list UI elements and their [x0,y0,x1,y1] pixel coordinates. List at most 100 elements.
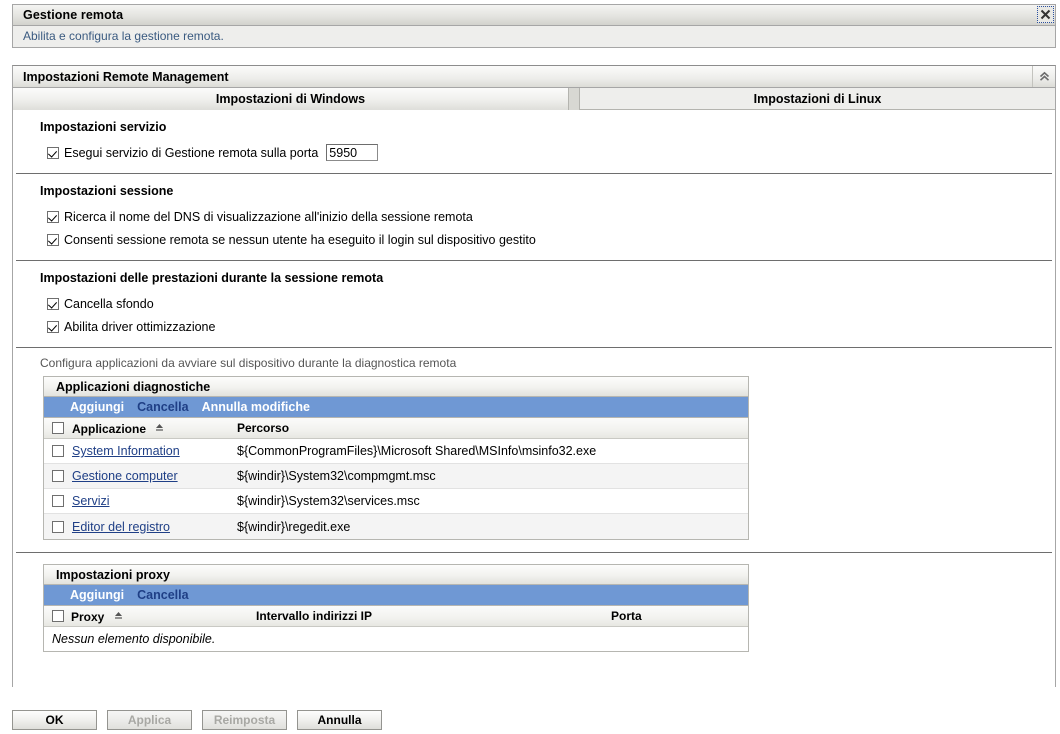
dialog-subtitle: Abilita e configura la gestione remota. [13,26,1055,47]
column-header-ip-range-label: Intervallo indirizzi IP [256,609,372,623]
checkbox-enable-optimization-driver-label: Abilita driver ottimizzazione [64,320,215,334]
cell-path: ${CommonProgramFiles}\Microsoft Shared\M… [237,444,748,458]
checkbox-row-select[interactable] [52,521,64,533]
proxy-table: Aggiungi Cancella Proxy [43,585,749,652]
diagnostics-add-button[interactable]: Aggiungi [70,400,124,414]
checkbox-row-select[interactable] [52,445,64,457]
session-option-row: Ricerca il nome del DNS di visualizzazio… [13,205,1055,228]
diagnostics-table-caption: Applicazioni diagnostiche [43,376,749,397]
tab-linux-settings-label: Impostazioni di Linux [754,92,882,106]
section-diagnostic-applications: Configura applicazioni da avviare sul di… [13,356,1055,540]
settings-panel: Impostazioni Remote Management Impostazi… [12,65,1056,687]
sort-ascending-icon [114,609,123,623]
cell-application: Servizi [71,494,237,508]
proxy-add-button[interactable]: Aggiungi [70,588,124,602]
proxy-table-caption-label: Impostazioni proxy [56,568,170,582]
diagnostics-table-header: Applicazione Percorso [44,418,748,439]
checkbox-clear-background-label: Cancella sfondo [64,297,154,311]
column-header-percorso[interactable]: Percorso [237,421,748,435]
proxy-table-toolbar: Aggiungi Cancella [44,585,748,606]
proxy-table-caption: Impostazioni proxy [43,564,749,585]
column-header-applicazione[interactable]: Applicazione [71,421,237,436]
column-header-percorso-label: Percorso [237,421,289,435]
diagnostics-delete-button[interactable]: Cancella [137,400,188,414]
diagnostics-table: Aggiungi Cancella Annulla modifiche Appl… [43,397,749,540]
column-header-porta-label: Porta [611,609,642,623]
column-header-ip-range[interactable]: Intervallo indirizzi IP [256,609,611,623]
section-performance-settings: Impostazioni delle prestazioni durante l… [13,261,1055,347]
cell-path: ${windir}\System32\compmgmt.msc [237,469,748,483]
diagnostics-hint: Configura applicazioni da avviare sul di… [13,356,1055,370]
link-application[interactable]: Servizi [72,494,110,508]
performance-option-row: Cancella sfondo [13,292,1055,315]
remote-management-dialog: Gestione remota Abilita e configura la g… [0,0,1060,734]
diagnostics-table-toolbar: Aggiungi Cancella Annulla modifiche [44,397,748,418]
link-application[interactable]: Gestione computer [72,469,178,483]
cancel-button[interactable]: Annulla [297,710,382,730]
service-port-row: Esegui servizio di Gestione remota sulla… [13,141,1055,164]
row-select-cell [44,445,71,457]
proxy-empty-message: Nessun elemento disponibile. [44,627,748,651]
link-application[interactable]: System Information [72,444,180,458]
row-select-cell [44,470,71,482]
tab-windows-settings-label: Impostazioni di Windows [216,92,365,106]
performance-option-row: Abilita driver ottimizzazione [13,315,1055,338]
ok-button[interactable]: OK [12,710,97,730]
divider [16,347,1052,348]
checkbox-clear-background[interactable] [47,298,59,310]
table-row[interactable]: Servizi ${windir}\System32\services.msc [44,489,748,514]
cell-application: Gestione computer [71,469,237,483]
checkbox-select-all-proxies[interactable] [52,610,64,622]
cell-application: System Information [71,444,237,458]
section-service-title: Impostazioni servizio [13,120,1055,134]
column-header-applicazione-label: Applicazione [72,422,146,436]
table-row[interactable]: System Information ${CommonProgramFiles}… [44,439,748,464]
tab-windows-settings[interactable]: Impostazioni di Windows [13,88,569,110]
dialog-titlebar: Gestione remota [13,5,1055,26]
settings-panel-title: Impostazioni Remote Management [23,70,229,84]
tab-linux-settings[interactable]: Impostazioni di Linux [579,88,1055,110]
checkbox-row-select[interactable] [52,495,64,507]
checkbox-run-remote-management-service[interactable] [47,147,59,159]
checkbox-row-select[interactable] [52,470,64,482]
dialog-button-bar: OK Applica Reimposta Annulla [12,710,382,730]
section-performance-title: Impostazioni delle prestazioni durante l… [13,271,1055,285]
proxy-table-header: Proxy Intervallo indirizzi IP [44,606,748,627]
link-application[interactable]: Editor del registro [72,520,170,534]
section-service-settings: Impostazioni servizio Esegui servizio di… [13,110,1055,173]
tab-panel-windows-settings: Impostazioni servizio Esegui servizio di… [13,110,1055,687]
proxy-delete-button[interactable]: Cancella [137,588,188,602]
column-header-porta[interactable]: Porta [611,609,748,623]
table-row[interactable]: Editor del registro ${windir}\regedit.ex… [44,514,748,539]
section-proxy-settings: Impostazioni proxy Aggiungi Cancella Pro… [13,564,1055,652]
diagnostics-table-caption-label: Applicazioni diagnostiche [56,380,210,394]
sort-ascending-icon [155,421,164,435]
close-icon[interactable] [1037,6,1054,23]
page-title: Gestione remota [23,8,123,22]
checkbox-select-all-diagnostics[interactable] [52,422,64,434]
cell-path: ${windir}\regedit.exe [237,520,748,534]
section-session-title: Impostazioni sessione [13,184,1055,198]
section-session-settings: Impostazioni sessione Ricerca il nome de… [13,174,1055,260]
column-header-proxy[interactable]: Proxy [71,609,256,624]
reset-button[interactable]: Reimposta [202,710,287,730]
checkbox-dns-display-name-lookup-label: Ricerca il nome del DNS di visualizzazio… [64,210,473,224]
tab-bar: Impostazioni di Windows Impostazioni di … [13,88,1055,110]
port-input[interactable] [326,144,378,161]
chevron-up-double-icon[interactable] [1032,66,1055,87]
checkbox-enable-optimization-driver[interactable] [47,321,59,333]
session-option-row: Consenti sessione remota se nessun utent… [13,228,1055,251]
checkbox-dns-display-name-lookup[interactable] [47,211,59,223]
cell-path: ${windir}\System32\services.msc [237,494,748,508]
diagnostics-revert-changes-button[interactable]: Annulla modifiche [202,400,310,414]
checkbox-allow-session-no-user-logged-in-label: Consenti sessione remota se nessun utent… [64,233,536,247]
table-row[interactable]: Gestione computer ${windir}\System32\com… [44,464,748,489]
checkbox-allow-session-no-user-logged-in[interactable] [47,234,59,246]
checkbox-run-remote-management-service-label: Esegui servizio di Gestione remota sulla… [64,146,318,160]
proxy-select-all-cell [44,610,71,622]
cell-application: Editor del registro [71,520,237,534]
divider [16,552,1052,553]
diagnostics-select-all-cell [44,422,71,434]
row-select-cell [44,495,71,507]
apply-button[interactable]: Applica [107,710,192,730]
